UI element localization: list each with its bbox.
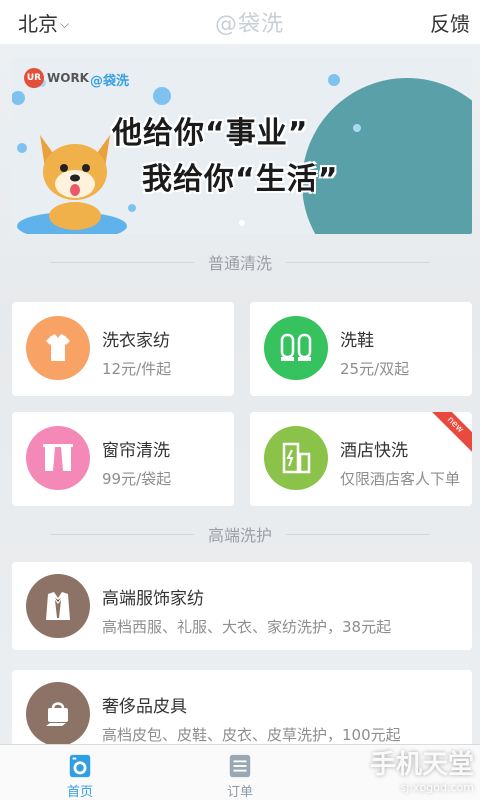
handbag-icon xyxy=(26,682,90,746)
service-title: 洗衣家纺 xyxy=(102,331,170,351)
service-description: 高档皮包、皮鞋、皮衣、皮草洗护，100元起 xyxy=(102,726,401,744)
suit-icon xyxy=(26,574,90,638)
service-title: 洗鞋 xyxy=(340,331,374,351)
brand-logo: @袋洗 xyxy=(215,12,285,37)
service-card-shoes[interactable]: 洗鞋 25元/双起 xyxy=(250,302,472,396)
service-description: 高档西服、礼服、大衣、家纺洗护，38元起 xyxy=(102,618,392,636)
list-icon xyxy=(229,754,251,778)
service-price: 仅限酒店客人下单 xyxy=(340,470,461,488)
tab-label: 首页 xyxy=(66,785,93,800)
hotel-icon xyxy=(264,426,328,490)
shirt-icon xyxy=(26,316,90,380)
tab-home[interactable]: 首页 xyxy=(0,745,160,800)
urwork-logo: UR WORK xyxy=(24,68,89,88)
feedback-button[interactable]: 反馈 xyxy=(430,8,470,37)
service-title: 奢侈品皮具 xyxy=(102,697,187,717)
banner-headline-2: 我给你“生活” xyxy=(142,162,339,197)
dog-mascot-icon xyxy=(40,135,110,230)
service-price: 99元/袋起 xyxy=(102,470,172,488)
tab-orders[interactable]: 订单 xyxy=(160,745,320,800)
service-card-premium-clothing[interactable]: 高端服饰家纺 高档西服、礼服、大衣、家纺洗护，38元起 xyxy=(12,562,472,650)
section-heading-normal: 普通清洗 xyxy=(36,252,444,273)
service-card-laundry[interactable]: 洗衣家纺 12元/件起 xyxy=(12,302,234,396)
service-card-curtain[interactable]: 窗帘清洗 99元/袋起 xyxy=(12,412,234,506)
city-selector[interactable]: 北京 ⌵ xyxy=(18,8,69,37)
section-heading-premium: 高端洗护 xyxy=(36,524,444,545)
pager-dot xyxy=(239,220,245,226)
banner-brand-logo: @袋洗 xyxy=(90,74,130,89)
washer-icon xyxy=(69,754,91,778)
service-title: 酒店快洗 xyxy=(340,441,408,461)
tab-label: 订单 xyxy=(226,785,253,800)
curtain-icon xyxy=(26,426,90,490)
top-bar: 北京 ⌵ @袋洗 反馈 xyxy=(0,0,480,44)
service-title: 高端服饰家纺 xyxy=(102,589,204,609)
service-price: 12元/件起 xyxy=(102,360,172,378)
banner-headline-1: 他给你“事业” xyxy=(112,116,309,151)
city-label: 北京 xyxy=(18,11,58,36)
promo-banner[interactable]: UR WORK @袋洗 他给你“事业” 我给你“生活” xyxy=(12,58,472,234)
shoes-icon xyxy=(264,316,328,380)
banner-pager xyxy=(12,220,472,226)
site-watermark: 手机天堂 sj.xpgod.com xyxy=(369,750,474,794)
service-price: 25元/双起 xyxy=(340,360,410,378)
chevron-down-icon: ⌵ xyxy=(60,16,70,31)
service-card-hotel[interactable]: 酒店快洗 仅限酒店客人下单 new xyxy=(250,412,472,506)
service-title: 窗帘清洗 xyxy=(102,441,170,461)
